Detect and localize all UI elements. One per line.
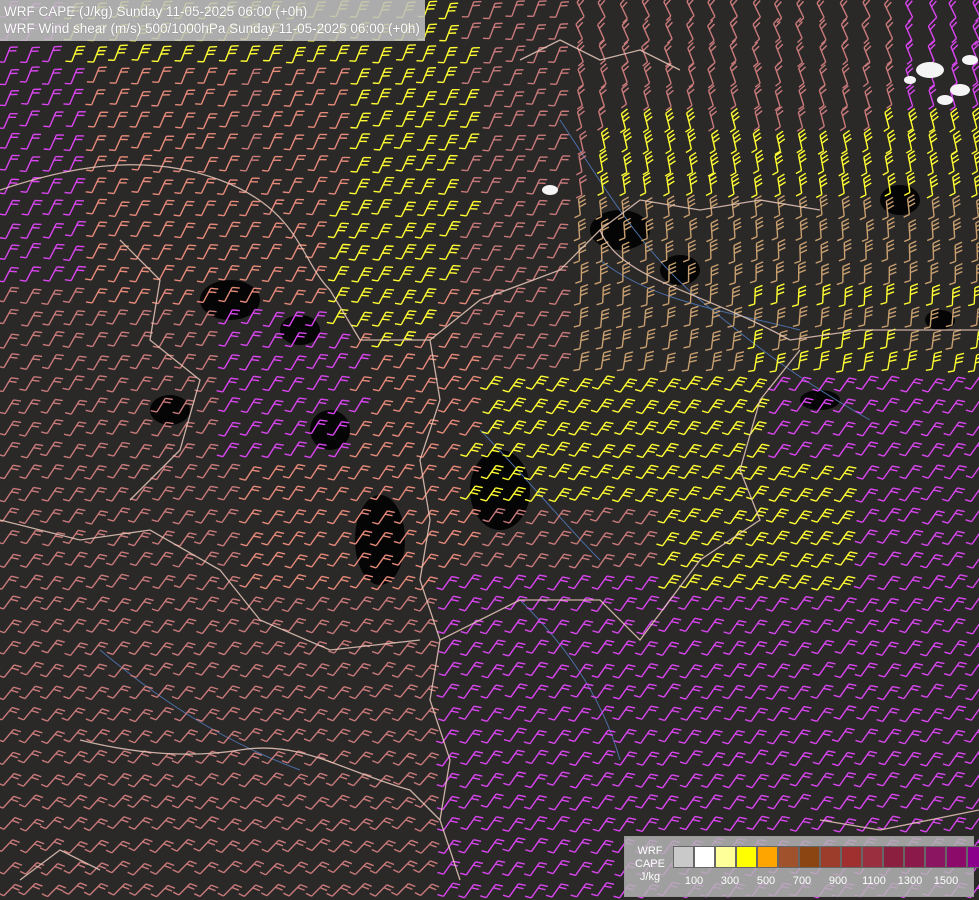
legend-swatch (946, 846, 967, 868)
legend-swatch (862, 846, 883, 868)
white-patch (916, 62, 944, 78)
white-patch (962, 55, 978, 65)
dark-patch (280, 315, 320, 345)
legend-tick: 1500 (933, 875, 959, 887)
legend-tick: 1100 (862, 875, 886, 887)
weather-map: WRF CAPE (J/kg) Sunday 11-05-2025 06:00 … (0, 0, 979, 900)
legend-tick: 900 (828, 875, 848, 887)
white-patch (904, 76, 916, 84)
wind-shear-title: WRF Wind shear (m/s) 500/1000hPa Sunday … (4, 21, 420, 36)
legend-tick: 100 (684, 875, 704, 887)
legend-swatch (820, 846, 841, 868)
legend-swatch (736, 846, 757, 868)
wind-shear-map-canvas (0, 0, 979, 900)
legend-tick: 1300 (897, 875, 923, 887)
legend-swatch (694, 846, 715, 868)
legend-swatch (799, 846, 820, 868)
legend-swatch (757, 846, 778, 868)
legend-tick-labels: 100 300 500 700 900 1100 1300 1500 (673, 875, 973, 889)
dark-patch (660, 255, 700, 285)
legend-swatch (715, 846, 736, 868)
legend-tick: 300 (720, 875, 740, 887)
legend-swatch (778, 846, 799, 868)
legend-label: WRF CAPE J/kg (635, 845, 665, 883)
white-patch (542, 185, 558, 195)
dark-patch (590, 210, 650, 250)
legend-swatch (841, 846, 862, 868)
legend-swatch (967, 846, 979, 868)
map-title-box: WRF CAPE (J/kg) Sunday 11-05-2025 06:00 … (0, 0, 425, 41)
cape-title: WRF CAPE (J/kg) Sunday 11-05-2025 06:00 … (4, 4, 308, 19)
legend-swatch (673, 846, 694, 868)
white-patch (937, 95, 953, 105)
legend-tick: 700 (792, 875, 812, 887)
legend-swatch (904, 846, 925, 868)
legend-color-scale (673, 846, 979, 868)
legend-swatch (925, 846, 946, 868)
map-background (0, 0, 979, 900)
legend-swatch (883, 846, 904, 868)
cape-legend: WRF CAPE J/kg 100 300 500 700 900 1100 1300 150… (624, 836, 979, 897)
white-patch (950, 84, 970, 96)
legend-tick: 500 (756, 875, 776, 887)
